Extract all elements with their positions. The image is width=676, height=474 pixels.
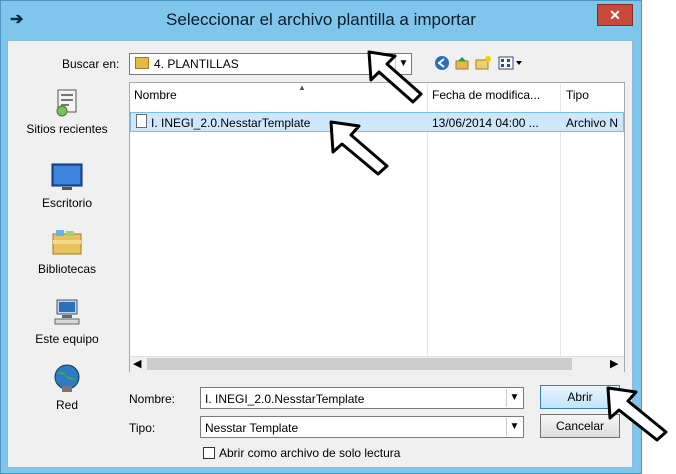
libraries-icon	[52, 230, 82, 255]
place-desktop[interactable]: Escritorio	[14, 162, 120, 210]
chevron-down-icon[interactable]: ▼	[506, 418, 522, 436]
scroll-right-icon[interactable]: ▶	[610, 357, 618, 370]
folder-icon	[135, 57, 149, 69]
file-name-cell: I. INEGI_2.0.NesstarTemplate	[151, 116, 311, 130]
file-type-value: Nesstar Template	[205, 421, 299, 435]
sort-up-icon: ▲	[298, 83, 306, 92]
place-label: Sitios recientes	[26, 122, 108, 136]
file-type-cell: Archivo N	[566, 116, 619, 130]
places-bar: Sitios recientes Escritorio Bibliotecas …	[14, 82, 120, 460]
chevron-down-icon[interactable]: ▼	[506, 389, 522, 407]
lookin-label: Buscar en:	[62, 57, 120, 71]
file-date-cell: 13/06/2014 04:00 ...	[432, 116, 539, 130]
view-menu-icon[interactable]	[496, 55, 526, 73]
file-icon	[136, 114, 147, 128]
place-this-pc[interactable]: Este equipo	[14, 298, 120, 346]
column-header-name[interactable]: Nombre	[134, 88, 177, 102]
annotation-arrow-icon	[367, 50, 423, 104]
column-header-date[interactable]: Fecha de modifica...	[432, 88, 540, 102]
up-folder-icon[interactable]	[453, 55, 471, 73]
scrollbar-thumb[interactable]	[147, 358, 572, 370]
close-button[interactable]: ✕	[597, 4, 633, 26]
place-label: Bibliotecas	[37, 262, 97, 276]
place-libraries[interactable]: Bibliotecas	[14, 228, 120, 276]
place-label: Red	[55, 398, 78, 412]
computer-icon	[54, 299, 80, 325]
recent-places-icon	[56, 89, 77, 117]
new-folder-icon[interactable]	[474, 55, 492, 73]
column-header-type[interactable]: Tipo	[566, 88, 589, 102]
readonly-label: Abrir como archivo de solo lectura	[219, 446, 401, 460]
file-type-label: Tipo:	[129, 421, 156, 435]
window-title: Seleccionar el archivo plantilla a impor…	[166, 10, 476, 29]
network-icon	[54, 364, 80, 392]
file-name-value: I. INEGI_2.0.NesstarTemplate	[205, 392, 365, 406]
place-network[interactable]: Red	[14, 364, 120, 412]
desktop-icon	[51, 163, 83, 190]
lookin-value: 4. PLANTILLAS	[154, 57, 239, 71]
annotation-arrow-icon	[606, 386, 668, 442]
place-label: Escritorio	[41, 196, 92, 210]
file-name-label: Nombre:	[129, 392, 176, 406]
readonly-checkbox[interactable]	[203, 447, 215, 459]
place-recent-sites[interactable]: Sitios recientes	[14, 88, 120, 136]
scroll-left-icon[interactable]: ◀	[133, 357, 141, 370]
annotation-arrow-icon	[329, 120, 389, 176]
place-label: Este equipo	[35, 332, 99, 346]
back-icon[interactable]	[433, 55, 451, 73]
